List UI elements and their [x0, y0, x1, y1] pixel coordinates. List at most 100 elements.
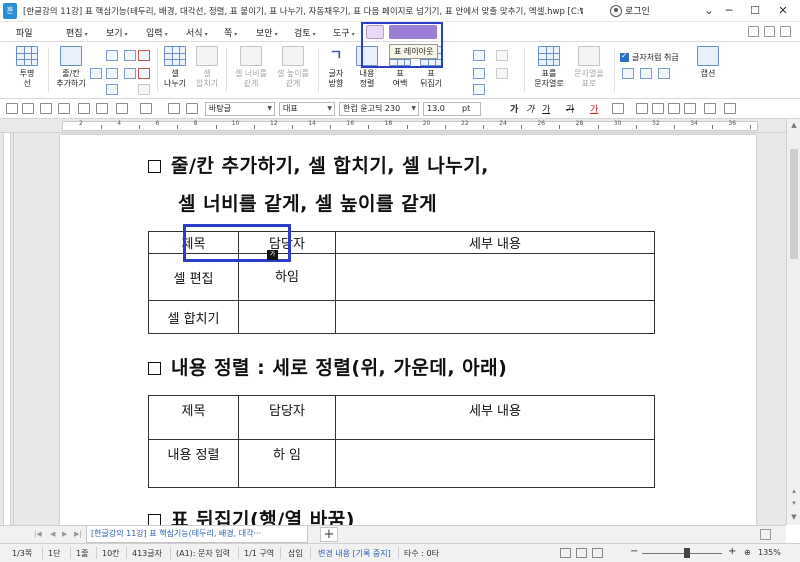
document-tab[interactable]: [한글강의 11강] 표 핵심기능(테두리, 배경, 대각··· [86, 526, 308, 543]
position-icon[interactable] [640, 68, 652, 79]
table-cell[interactable] [335, 300, 655, 334]
underline-button[interactable]: 가 [542, 102, 550, 115]
add-row-col-button[interactable]: 줄/칸 추가하기 [52, 46, 90, 89]
document-page[interactable]: 줄/칸 추가하기, 셀 합치기, 셀 나누기, 셀 너비를 같게, 셀 높이를 … [60, 135, 756, 525]
view-normal-icon[interactable] [560, 548, 571, 558]
align-justify-icon[interactable] [684, 103, 696, 114]
equal-height-button[interactable]: 셀 높이를 같게 [272, 46, 314, 89]
table-2[interactable]: 제목 담당자 세부 내용 내용 정렬 하 임 [148, 395, 655, 488]
close-button[interactable]: ✕ [774, 2, 792, 20]
last-tab-icon[interactable]: ▶| [74, 530, 82, 538]
align-right-icon[interactable] [668, 103, 680, 114]
table-cell[interactable]: 하 임 [238, 439, 336, 488]
table-layout-tab[interactable] [389, 25, 437, 39]
italic-button[interactable]: 가 [526, 102, 534, 115]
save-as-icon[interactable] [58, 103, 70, 114]
language-select[interactable]: 대표 ▼ [279, 102, 335, 116]
style-select[interactable]: 바탕글 ▼ [205, 102, 275, 116]
cell-style-icon[interactable] [473, 84, 485, 95]
add-tab-button[interactable]: + [320, 527, 338, 542]
delete-col-icon[interactable] [138, 68, 150, 79]
table-cell[interactable] [335, 253, 655, 301]
caption-button[interactable]: 캡션 [694, 46, 722, 79]
transparent-line-button[interactable]: 투명 선 [10, 46, 44, 89]
vertical-scrollbar[interactable]: ▲ ▴ ▾ ▼ [786, 119, 800, 525]
equal-width-button[interactable]: 셀 너비를 같게 [230, 46, 272, 89]
document-canvas[interactable]: 줄/칸 추가하기, 셀 합치기, 셀 나누기, 셀 너비를 같게, 셀 높이를 … [14, 133, 786, 525]
menu-review[interactable]: 검토 ▾ [294, 26, 316, 39]
indent-icon[interactable] [724, 103, 736, 114]
prev-tab-icon[interactable]: ◀ [50, 530, 55, 538]
order-icon[interactable] [658, 68, 670, 79]
open-icon[interactable] [22, 103, 34, 114]
keep-text-checkbox[interactable]: 글자처럼 취급 [620, 51, 679, 63]
view-web-icon[interactable] [592, 548, 603, 558]
table-cell[interactable] [335, 439, 655, 488]
maximize-button[interactable]: ☐ [746, 2, 764, 20]
menu-view[interactable]: 보기 ▾ [106, 26, 128, 39]
font-size-input[interactable]: 13.0 pt [423, 102, 481, 116]
page-down-icon[interactable]: ▾ [787, 497, 800, 509]
horizontal-ruler[interactable]: 2 4 6 8 10 12 14 16 18 20 22 24 26 28 30 32 34 36 [0, 119, 800, 133]
menu-file[interactable]: 파일 [16, 26, 33, 39]
scroll-down-icon[interactable]: ▼ [787, 511, 800, 523]
ribbon-toggle-icon[interactable] [764, 26, 775, 37]
vertical-ruler[interactable] [0, 133, 14, 525]
login-button[interactable]: 로그인 [610, 4, 650, 17]
menu-tools[interactable]: 도구 ▾ [333, 26, 355, 39]
zoom-slider-thumb[interactable] [684, 548, 690, 558]
scroll-up-icon[interactable]: ▲ [787, 119, 800, 131]
align-center-icon[interactable] [652, 103, 664, 114]
preview-icon[interactable] [96, 103, 108, 114]
table-cell[interactable]: 셀 합치기 [148, 300, 239, 334]
first-tab-icon[interactable]: |◀ [34, 530, 42, 538]
menu-page[interactable]: 쪽 ▾ [224, 26, 237, 39]
table-border-icon[interactable] [473, 50, 485, 61]
table-to-text-button[interactable]: 표를 문자열로 [530, 46, 568, 89]
table-cell[interactable]: 내용 정렬 [148, 439, 239, 488]
table-cell[interactable]: 담당자 [238, 395, 336, 440]
table-cell[interactable]: 세부 내용 [335, 231, 655, 254]
menu-security[interactable]: 보안 ▾ [256, 26, 278, 39]
new-doc-icon[interactable] [6, 103, 18, 114]
help-icon[interactable] [748, 26, 759, 37]
insert-col-left-icon[interactable] [124, 50, 136, 61]
page-up-icon[interactable]: ▴ [787, 485, 800, 497]
table-cell[interactable]: 제목 [148, 395, 239, 440]
status-track-changes[interactable]: 변경 내용 [기록 중지] [318, 548, 391, 559]
insert-col-right-icon[interactable] [124, 68, 136, 79]
line-spacing-icon[interactable] [704, 103, 716, 114]
menu-insert[interactable]: 입력 ▾ [146, 26, 168, 39]
menu-format[interactable]: 서식 ▾ [186, 26, 208, 39]
split-cells-button[interactable]: 셀 나누기 [160, 46, 190, 89]
text-direction-button[interactable]: ㄱ 글자 방향 [322, 46, 350, 89]
insert-row-below-icon[interactable] [106, 84, 118, 95]
scrollbar-thumb[interactable] [790, 149, 798, 259]
view-page-icon[interactable] [576, 548, 587, 558]
print-icon[interactable] [78, 103, 90, 114]
insert-cell-icon[interactable] [106, 68, 118, 79]
menu-dropdown-icon[interactable]: ⌄ [700, 2, 718, 20]
zoom-slider[interactable] [642, 553, 722, 554]
highlight-icon[interactable] [612, 103, 624, 114]
minimize-button[interactable]: ─ [720, 2, 738, 20]
cut-icon[interactable] [116, 103, 128, 114]
next-tab-icon[interactable]: ▶ [62, 530, 67, 538]
wrap-icon[interactable] [622, 68, 634, 79]
text-to-table-button[interactable]: 문자열을 표로 [570, 46, 608, 89]
zoom-out-button[interactable]: − [630, 546, 638, 557]
undo-icon[interactable] [140, 103, 152, 114]
insert-row-above-icon[interactable] [106, 50, 118, 61]
status-insert[interactable]: 삽입 [288, 548, 303, 559]
font-select[interactable]: 한컴 윤고딕 230 ▼ [339, 102, 419, 116]
zoom-in-button[interactable]: + [728, 546, 736, 557]
zoom-icon[interactable]: ⊕ [744, 548, 751, 557]
strike-button[interactable]: 가 [566, 102, 574, 115]
merge-cells-button[interactable]: 셀 합치기 [192, 46, 222, 89]
table-fill-icon[interactable] [473, 68, 485, 79]
font-color-button[interactable]: 가 [590, 102, 598, 115]
table-cell[interactable]: 세부 내용 [335, 395, 655, 440]
close-doc-icon[interactable] [780, 26, 791, 37]
insert-col-icon[interactable] [90, 68, 102, 79]
redo-icon[interactable] [168, 103, 180, 114]
